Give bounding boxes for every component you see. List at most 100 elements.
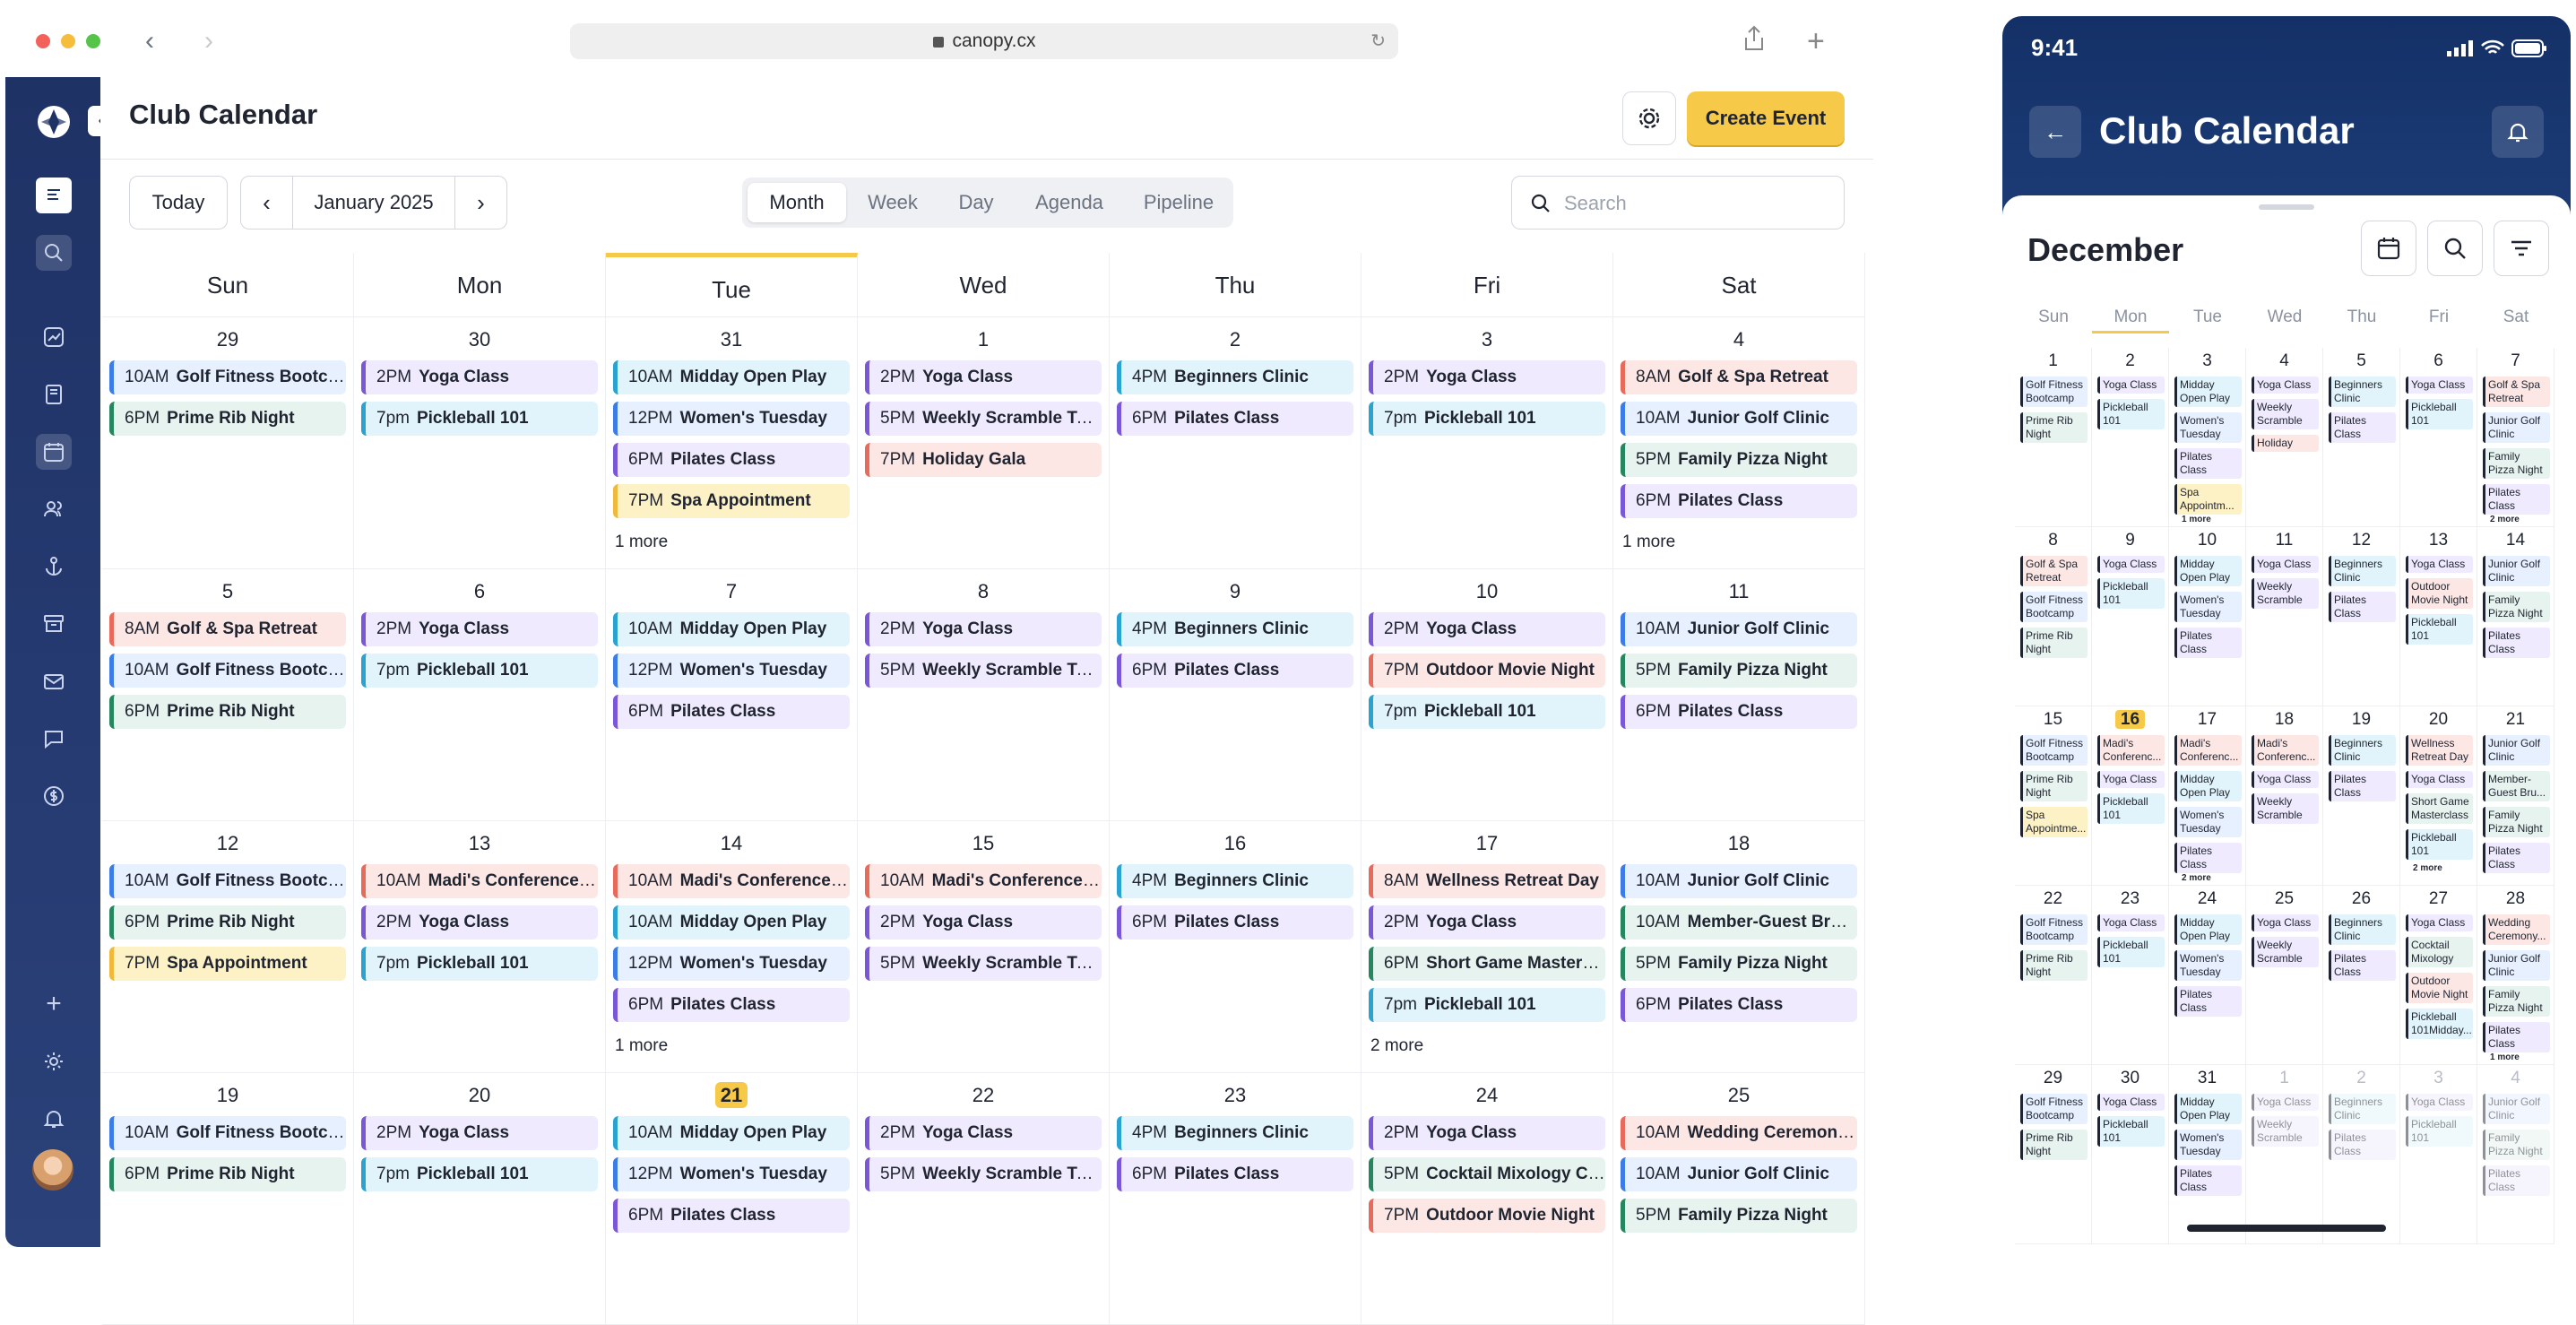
share-icon[interactable] [1742, 25, 1766, 60]
phone-event-chip[interactable]: Golf Fitness Bootcamp [2020, 377, 2088, 407]
day-cell[interactable]: 5 8AM Golf & Spa Retreat 10AM Golf Fitness B… [102, 569, 354, 821]
phone-more-events-link[interactable]: 2 more [2413, 863, 2442, 873]
event-chip[interactable]: 2PM Yoga Class [361, 360, 598, 394]
event-chip[interactable]: 12PM Women's Tuesday [613, 402, 850, 436]
phone-more-events-link[interactable]: 2 more [2182, 873, 2211, 883]
phone-event-chip[interactable]: Pickleball 101 [2097, 793, 2165, 824]
event-chip[interactable]: 6PM Pilates Class [1117, 1157, 1353, 1191]
day-cell[interactable]: 9 4PM Beginners Clinic 6PM Pilates Class [1110, 569, 1361, 821]
phone-event-chip[interactable]: Pilates Class [2174, 628, 2242, 658]
day-cell[interactable]: 12 10AM Golf Fitness Bootca... 6PM Prime Rib… [102, 821, 354, 1073]
phone-event-chip[interactable]: Weekly Scramble T... [2252, 793, 2319, 824]
phone-day-cell[interactable]: 11 Yoga Class Weekly Scramble T... [2246, 527, 2323, 706]
event-chip[interactable]: 2PM Yoga Class [865, 905, 1102, 940]
users-icon[interactable] [36, 491, 72, 527]
event-chip[interactable]: 10AM Midday Open Play [613, 360, 850, 394]
event-chip[interactable]: 2PM Yoga Class [865, 612, 1102, 646]
calendar-icon[interactable] [36, 434, 72, 470]
phone-day-cell[interactable]: 29 Golf Fitness Bootcamp Prime Rib Night [2015, 1065, 2092, 1244]
phone-event-chip[interactable]: Short Game Masterclass [2406, 793, 2473, 824]
maximize-window-button[interactable] [86, 34, 100, 48]
mail-icon[interactable] [36, 663, 72, 699]
event-chip[interactable]: 5PM Cocktail Mixology Cla... [1369, 1157, 1605, 1191]
phone-event-chip[interactable]: Golf Fitness Bootcamp [2020, 735, 2088, 766]
phone-day-cell[interactable]: 30 Yoga Class Pickleball 101 [2092, 1065, 2169, 1244]
phone-event-chip[interactable]: Pickleball 101 [2097, 578, 2165, 609]
phone-event-chip[interactable]: Midday Open Play [2174, 556, 2242, 586]
phone-event-chip[interactable]: Madi's Conferenc... [2252, 735, 2319, 766]
phone-event-chip[interactable]: Pickleball 101 [2406, 1116, 2473, 1147]
phone-event-chip[interactable]: Outdoor Movie Night [2406, 578, 2473, 609]
day-cell[interactable]: 23 4PM Beginners Clinic 6PM Pilates Class [1110, 1073, 1361, 1325]
phone-event-chip[interactable]: Pickleball 101 [2097, 937, 2165, 967]
event-chip[interactable]: 4PM Beginners Clinic [1117, 1116, 1353, 1150]
phone-day-cell[interactable]: 4 Yoga Class Weekly Scramble T... Holiday G… [2246, 348, 2323, 527]
phone-event-chip[interactable]: Yoga Class [2097, 1094, 2165, 1111]
day-cell[interactable]: 17 8AM Wellness Retreat Day 2PM Yoga Class 6P… [1361, 821, 1613, 1073]
phone-event-chip[interactable]: Beginners Clinic [2329, 914, 2396, 945]
phone-event-chip[interactable]: Spa Appointme... [2020, 807, 2088, 837]
day-cell[interactable]: 19 10AM Golf Fitness Bootca... 6PM Prime Rib… [102, 1073, 354, 1325]
phone-event-chip[interactable]: Yoga Class [2406, 377, 2473, 394]
event-chip[interactable]: 6PM Prime Rib Night [109, 905, 346, 940]
phone-event-chip[interactable]: Pickleball 101Midday... [2406, 1009, 2473, 1039]
event-chip[interactable]: 6PM Pilates Class [1117, 654, 1353, 688]
phone-day-cell[interactable]: 19 Beginners Clinic Pilates Class [2323, 706, 2400, 886]
phone-event-chip[interactable]: Yoga Class [2097, 914, 2165, 931]
phone-day-cell[interactable]: 12 Beginners Clinic Pilates Class [2323, 527, 2400, 706]
day-cell[interactable]: 18 10AM Junior Golf Clinic 10AM Member-Guest… [1613, 821, 1865, 1073]
event-chip[interactable]: 10AM Junior Golf Clinic [1621, 864, 1857, 898]
phone-event-chip[interactable]: Family Pizza Night [2483, 807, 2550, 837]
settings-button[interactable] [1622, 91, 1676, 145]
event-chip[interactable]: 2PM Yoga Class [361, 1116, 598, 1150]
phone-notifications-button[interactable] [2492, 106, 2544, 158]
phone-event-chip[interactable]: Cocktail Mixology C... [2406, 937, 2473, 967]
event-chip[interactable]: 4PM Beginners Clinic [1117, 360, 1353, 394]
day-cell[interactable]: 31 10AM Midday Open Play 12PM Women's Tuesda… [606, 317, 858, 569]
phone-event-chip[interactable]: Golf Fitness Bootcamp [2020, 914, 2088, 945]
day-cell[interactable]: 21 10AM Midday Open Play 12PM Women's Tuesda… [606, 1073, 858, 1325]
phone-day-cell[interactable]: 13 Yoga Class Outdoor Movie Night Picklebal… [2400, 527, 2477, 706]
address-bar[interactable]: canopy.cx ↻ [570, 23, 1398, 59]
phone-day-cell[interactable]: 31 Midday Open Play Women's Tuesday Pilates… [2169, 1065, 2246, 1244]
event-chip[interactable]: 7pm Pickleball 101 [361, 402, 598, 436]
event-chip[interactable]: 10AM Junior Golf Clinic [1621, 612, 1857, 646]
close-window-button[interactable] [36, 34, 50, 48]
event-chip[interactable]: 5PM Weekly Scramble Tour... [865, 1157, 1102, 1191]
event-chip[interactable]: 6PM Pilates Class [1117, 905, 1353, 940]
event-chip[interactable]: 12PM Women's Tuesday [613, 1157, 850, 1191]
event-chip[interactable]: 6PM Pilates Class [1621, 695, 1857, 729]
phone-more-events-link[interactable]: 1 more [2490, 1052, 2520, 1062]
day-cell[interactable]: 1 2PM Yoga Class 5PM Weekly Scramble Tour...… [858, 317, 1110, 569]
phone-event-chip[interactable]: Pickleball 101 [2097, 1116, 2165, 1147]
event-chip[interactable]: 2PM Yoga Class [865, 360, 1102, 394]
event-chip[interactable]: 6PM Pilates Class [613, 443, 850, 477]
event-chip[interactable]: 5PM Family Pizza Night [1621, 654, 1857, 688]
tab-pipeline[interactable]: Pipeline [1126, 183, 1232, 222]
phone-day-cell[interactable]: 27 Yoga Class Cocktail Mixology C... Outdoo… [2400, 886, 2477, 1065]
phone-day-cell[interactable]: 20 Wellness Retreat Day Yoga Class Short Ga… [2400, 706, 2477, 886]
phone-event-chip[interactable]: Yoga Class [2406, 556, 2473, 573]
event-chip[interactable]: 4PM Beginners Clinic [1117, 612, 1353, 646]
phone-event-chip[interactable]: Yoga Class [2252, 377, 2319, 394]
phone-day-cell[interactable]: 14 Junior Golf Clinic Family Pizza Night Pi… [2477, 527, 2554, 706]
archive-icon[interactable] [36, 606, 72, 642]
phone-event-chip[interactable]: Junior Golf Clinic [2483, 1094, 2550, 1124]
phone-event-chip[interactable]: Member-Guest Bru... [2483, 771, 2550, 801]
event-chip[interactable]: 10AM Golf Fitness Bootca... [109, 360, 346, 394]
event-chip[interactable]: 12PM Women's Tuesday [613, 654, 850, 688]
day-cell[interactable]: 30 2PM Yoga Class 7pm Pickleball 101 [354, 317, 606, 569]
phone-event-chip[interactable]: Women's Tuesday [2174, 1130, 2242, 1160]
event-chip[interactable]: 2PM Yoga Class [361, 905, 598, 940]
phone-event-chip[interactable]: Holiday Gala [2252, 435, 2319, 452]
event-chip[interactable]: 7pm Pickleball 101 [361, 1157, 598, 1191]
event-chip[interactable]: 10AM Golf Fitness Bootca... [109, 864, 346, 898]
phone-event-chip[interactable]: Women's Tuesday [2174, 807, 2242, 837]
day-cell[interactable]: 2 4PM Beginners Clinic 6PM Pilates Class [1110, 317, 1361, 569]
phone-day-cell[interactable]: 5 Beginners Clinic Pilates Class [2323, 348, 2400, 527]
event-chip[interactable]: 6PM Pilates Class [1621, 484, 1857, 518]
event-chip[interactable]: 7PM Holiday Gala [865, 443, 1102, 477]
phone-back-button[interactable]: ← [2029, 106, 2081, 158]
event-chip[interactable]: 6PM Pilates Class [613, 695, 850, 729]
phone-event-chip[interactable]: Golf Fitness Bootcamp [2020, 592, 2088, 622]
